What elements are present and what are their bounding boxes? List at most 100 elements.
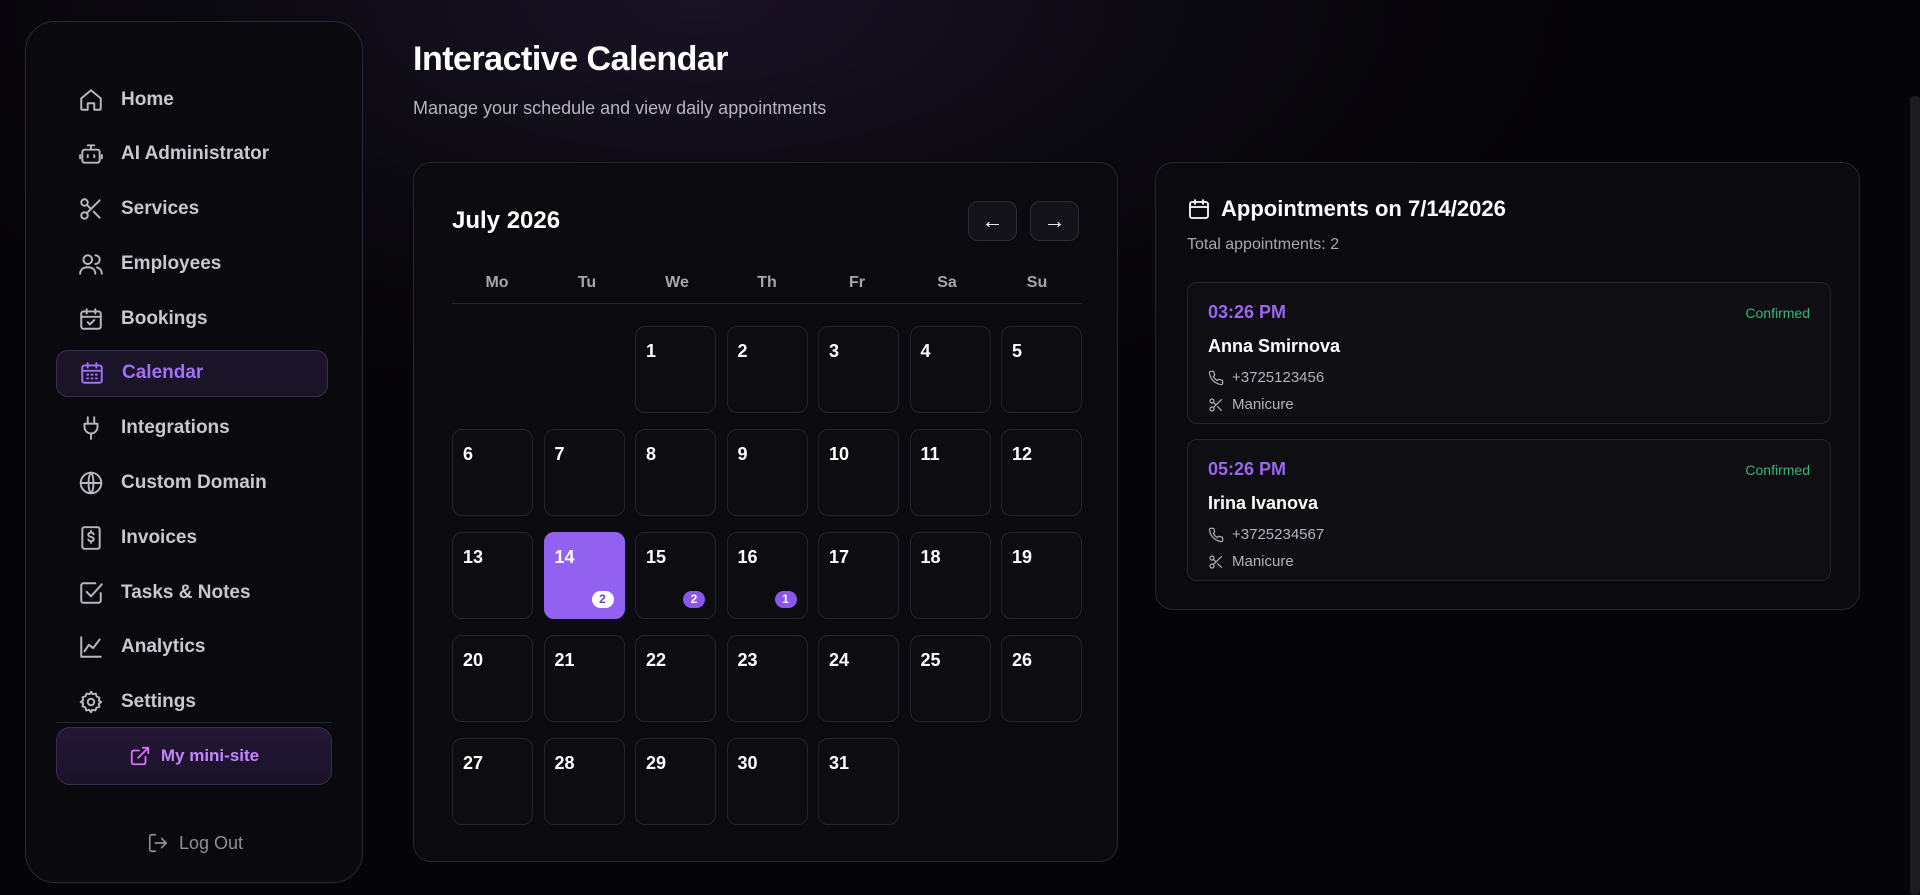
calendar-day-26[interactable]: 26 — [1001, 635, 1082, 722]
phone-icon — [1208, 527, 1224, 543]
calendar-day-31[interactable]: 31 — [818, 738, 899, 825]
calendar-month-label: July 2026 — [452, 207, 561, 234]
calendar-day-14[interactable]: 14 2 — [543, 532, 625, 619]
client-name: Anna Smirnova — [1208, 336, 1341, 356]
calendar-day-24[interactable]: 24 — [818, 635, 899, 722]
page-scrollbar[interactable] — [1910, 96, 1920, 895]
calendar-day-8[interactable]: 8 — [635, 429, 716, 516]
calendar-empty-cell — [544, 326, 625, 413]
sidebar-item-integrations[interactable]: Integrations — [56, 405, 328, 452]
check-square-icon — [78, 580, 104, 606]
weekday-label: Su — [1026, 274, 1048, 291]
calendar-check-icon — [78, 306, 104, 332]
day-number: 22 — [646, 650, 667, 670]
bot-icon — [78, 141, 104, 167]
sidebar-item-calendar[interactable]: Calendar — [56, 349, 328, 397]
sidebar: Home AI Administrator Services Employees… — [25, 21, 363, 883]
calendar-day-6[interactable]: 6 — [452, 429, 533, 516]
appointments-total: Total appointments: 2 — [1187, 236, 1340, 253]
next-month-button[interactable]: → — [1030, 201, 1079, 241]
calendar-day-15[interactable]: 15 2 — [635, 532, 716, 619]
sidebar-nav: Home AI Administrator Services Employees… — [56, 76, 328, 734]
day-number: 19 — [1012, 547, 1033, 567]
scissors-icon — [1208, 397, 1224, 413]
calendar-day-18[interactable]: 18 — [909, 532, 991, 619]
calendar-day-11[interactable]: 11 — [909, 429, 991, 516]
sidebar-item-label: Invoices — [121, 526, 198, 548]
calendar-day-25[interactable]: 25 — [909, 635, 991, 722]
day-number: 11 — [920, 444, 940, 464]
day-number: 6 — [463, 444, 474, 464]
weekday-label: We — [665, 274, 689, 291]
calendar-day-9[interactable]: 9 — [726, 429, 808, 516]
day-number: 21 — [554, 650, 575, 670]
calendar-day-19[interactable]: 19 — [1001, 532, 1082, 619]
appointments-title: Appointments on 7/14/2026 — [1187, 196, 1506, 222]
sidebar-item-label: Analytics — [121, 636, 206, 658]
calendar-day-16[interactable]: 16 1 — [726, 532, 808, 619]
day-number: 7 — [554, 444, 565, 464]
appointment-item[interactable]: 03:26 PM Confirmed Anna Smirnova +372512… — [1187, 282, 1831, 424]
day-number: 3 — [829, 341, 840, 361]
calendar-day-21[interactable]: 21 — [543, 635, 625, 722]
calendar-day-10[interactable]: 10 — [818, 429, 899, 516]
calendar-day-2[interactable]: 2 — [726, 326, 808, 413]
sidebar-item-label: Settings — [121, 691, 196, 713]
calendar-day-4[interactable]: 4 — [909, 326, 991, 413]
booking-count-badge: 2 — [683, 591, 705, 608]
sidebar-item-employees[interactable]: Employees — [56, 240, 328, 287]
gear-icon — [78, 689, 104, 715]
sidebar-item-label: Employees — [121, 252, 222, 274]
mini-site-button[interactable]: My mini-site — [56, 727, 332, 785]
sidebar-item-custom-domain[interactable]: Custom Domain — [56, 460, 328, 507]
day-number: 18 — [920, 547, 941, 567]
sidebar-item-ai-administrator[interactable]: AI Administrator — [56, 131, 328, 178]
calendar-day-28[interactable]: 28 — [543, 738, 625, 825]
calendar-day-12[interactable]: 12 — [1001, 429, 1082, 516]
home-icon — [78, 87, 104, 113]
calendar-day-17[interactable]: 17 — [818, 532, 899, 619]
calendar-grid: 1 2 3 4 5 6 7 8 9 10 11 12 13 14 2 15 2 16 1 17 18 19 20 21 22 23… — [452, 326, 1082, 825]
appointments-card: Appointments on 7/14/2026 Total appointm… — [1155, 162, 1860, 610]
calendar-day-20[interactable]: 20 — [452, 635, 533, 722]
calendar-day-30[interactable]: 30 — [726, 738, 808, 825]
calendar-day-27[interactable]: 27 — [452, 738, 533, 825]
sidebar-item-services[interactable]: Services — [56, 186, 328, 233]
calendar-day-7[interactable]: 7 — [543, 429, 625, 516]
plug-icon — [78, 415, 104, 441]
calendar-empty-cell — [452, 326, 533, 413]
appointment-time: 03:26 PM — [1208, 302, 1287, 322]
sidebar-item-analytics[interactable]: Analytics — [56, 624, 328, 671]
calendar-day-29[interactable]: 29 — [635, 738, 716, 825]
day-number: 26 — [1012, 650, 1033, 670]
calendar-day-23[interactable]: 23 — [726, 635, 808, 722]
logout-icon — [147, 832, 169, 854]
appointment-item[interactable]: 05:26 PM Confirmed Irina Ivanova +372523… — [1187, 439, 1831, 581]
client-phone: +3725234567 — [1232, 526, 1325, 543]
sidebar-item-invoices[interactable]: Invoices — [56, 514, 328, 561]
appointment-time: 05:26 PM — [1208, 459, 1287, 479]
day-number: 2 — [737, 341, 748, 361]
calendar-day-1[interactable]: 1 — [635, 326, 716, 413]
day-number: 27 — [463, 753, 484, 773]
day-number: 12 — [1012, 444, 1033, 464]
sidebar-item-home[interactable]: Home — [56, 76, 328, 123]
day-number: 16 — [737, 547, 758, 567]
day-number: 30 — [737, 753, 758, 773]
calendar-day-13[interactable]: 13 — [452, 532, 533, 619]
weekday-label: Fr — [849, 274, 865, 291]
prev-month-button[interactable]: ← — [968, 201, 1017, 241]
calendar-day-22[interactable]: 22 — [635, 635, 716, 722]
day-number: 29 — [646, 753, 667, 773]
day-number: 10 — [829, 444, 850, 464]
logout-button[interactable]: Log Out — [26, 828, 364, 858]
sidebar-item-settings[interactable]: Settings — [56, 679, 328, 726]
calendar-day-3[interactable]: 3 — [818, 326, 899, 413]
status-badge: Confirmed — [1745, 462, 1810, 478]
sidebar-item-label: Home — [121, 88, 174, 110]
day-number: 17 — [829, 547, 850, 567]
calendar-day-5[interactable]: 5 — [1001, 326, 1082, 413]
sidebar-item-bookings[interactable]: Bookings — [56, 295, 328, 342]
mini-site-label: My mini-site — [160, 746, 260, 765]
sidebar-item-tasks-notes[interactable]: Tasks & Notes — [56, 569, 328, 616]
